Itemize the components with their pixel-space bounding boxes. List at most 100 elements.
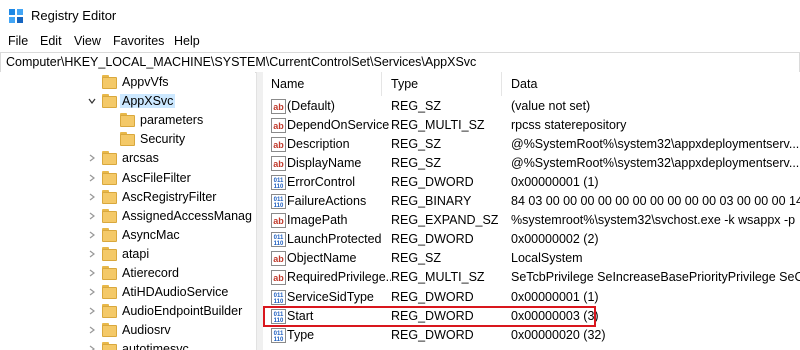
column-header-type[interactable]: Type xyxy=(391,77,418,91)
chevron-right-icon[interactable] xyxy=(88,345,96,350)
tree-item[interactable]: AscFileFilter xyxy=(0,170,255,189)
address-path: Computer\HKEY_LOCAL_MACHINE\SYSTEM\Curre… xyxy=(6,55,477,69)
tree-item[interactable]: atapi xyxy=(0,246,255,265)
tree-item[interactable]: AppXSvc xyxy=(0,93,255,112)
chevron-right-icon[interactable] xyxy=(88,269,96,277)
window-title: Registry Editor xyxy=(31,8,117,23)
value-name: DependOnService xyxy=(287,117,390,132)
svg-text:110: 110 xyxy=(274,337,284,343)
value-row[interactable]: 011 110 ServiceSidType REG_DWORD 0x00000001 … xyxy=(263,288,800,307)
string-value-icon: ab xyxy=(271,136,286,152)
svg-text:110: 110 xyxy=(274,299,284,305)
svg-text:110: 110 xyxy=(274,318,284,324)
menu-edit[interactable]: Edit xyxy=(40,34,62,48)
value-row[interactable]: ab Description REG_SZ @%SystemRoot%\system3… xyxy=(263,135,800,154)
value-row[interactable]: ab DependOnService REG_MULTI_SZ rpcss state… xyxy=(263,116,800,135)
address-bar[interactable]: Computer\HKEY_LOCAL_MACHINE\SYSTEM\Curre… xyxy=(0,52,800,73)
tree-item[interactable]: arcsas xyxy=(0,150,255,169)
tree-item[interactable]: AudioEndpointBuilder xyxy=(0,303,255,322)
folder-icon xyxy=(102,189,117,205)
svg-text:ab: ab xyxy=(273,140,284,150)
value-row[interactable]: ab RequiredPrivilege... REG_MULTI_SZ SeTcbP… xyxy=(263,268,800,287)
menu-file[interactable]: File xyxy=(8,34,28,48)
value-name: (Default) xyxy=(287,98,335,113)
chevron-right-icon[interactable] xyxy=(88,231,96,239)
value-row[interactable]: 011 110 Type REG_DWORD 0x00000020 (32) xyxy=(263,326,800,345)
folder-icon xyxy=(102,94,117,109)
value-name: FailureActions xyxy=(287,194,367,208)
tree-item-label: AssignedAccessManag xyxy=(122,208,252,223)
value-type: REG_SZ xyxy=(391,136,442,151)
tree-item[interactable]: autotimesvc xyxy=(0,341,255,350)
svg-text:110: 110 xyxy=(274,241,284,247)
key-tree-pane[interactable]: AppvVfs AppXSvc parameters Security arcsas As… xyxy=(0,72,255,350)
svg-text:ab: ab xyxy=(273,216,284,226)
svg-text:ab: ab xyxy=(273,121,284,131)
folder-icon xyxy=(102,323,117,338)
tree-item[interactable]: Atierecord xyxy=(0,265,255,284)
chevron-right-icon[interactable] xyxy=(88,307,96,315)
value-row[interactable]: 011 110 Start REG_DWORD 0x00000003 (3) xyxy=(263,307,800,326)
value-data: 0x00000003 (3) xyxy=(511,308,599,323)
value-type: REG_BINARY xyxy=(391,194,472,208)
title-bar: Registry Editor xyxy=(0,0,800,32)
tree-item[interactable]: AtiHDAudioService xyxy=(0,284,255,303)
value-data: %systemroot%\system32\svchost.exe -k wsa… xyxy=(511,213,796,228)
menu-help[interactable]: Help xyxy=(174,34,200,48)
value-type: REG_SZ xyxy=(391,251,442,266)
value-row[interactable]: 011 110 FailureActions REG_BINARY 84 03 00 0… xyxy=(263,192,800,211)
chevron-right-icon[interactable] xyxy=(88,154,96,162)
chevron-down-icon[interactable] xyxy=(88,97,96,105)
folder-icon xyxy=(102,170,117,186)
value-row[interactable]: ab ObjectName REG_SZ LocalSystem xyxy=(263,249,800,268)
tree-item[interactable]: AsyncMac xyxy=(0,227,255,246)
binary-value-icon: 011110 xyxy=(271,174,286,190)
tree-item[interactable]: AscRegistryFilter xyxy=(0,189,255,208)
chevron-right-icon[interactable] xyxy=(88,212,96,220)
string-value-icon: ab xyxy=(271,98,286,114)
string-value-icon: ab xyxy=(271,270,286,286)
tree-item-label: arcsas xyxy=(122,151,159,166)
value-data: 0x00000001 (1) xyxy=(511,289,599,304)
value-type: REG_DWORD xyxy=(391,289,474,304)
chevron-right-icon[interactable] xyxy=(88,174,96,182)
tree-item-label: AudioEndpointBuilder xyxy=(122,304,243,319)
chevron-right-icon[interactable] xyxy=(88,250,96,258)
menu-view[interactable]: View xyxy=(74,34,101,48)
value-type: REG_DWORD xyxy=(391,232,474,247)
tree-item-label: parameters xyxy=(140,113,204,128)
chevron-right-icon[interactable] xyxy=(88,288,96,296)
folder-icon xyxy=(102,151,117,166)
value-row[interactable]: 011 110 LaunchProtected REG_DWORD 0x00000002… xyxy=(263,230,800,249)
column-divider[interactable] xyxy=(501,72,502,96)
chevron-right-icon[interactable] xyxy=(88,193,96,201)
tree-item[interactable]: Security xyxy=(0,131,255,150)
folder-icon xyxy=(102,285,117,300)
folder-icon xyxy=(102,342,117,350)
values-list-pane[interactable]: Name Type Data ab (Default) REG_SZ (value n… xyxy=(263,72,800,350)
column-divider[interactable] xyxy=(381,72,382,96)
chevron-right-icon[interactable] xyxy=(88,326,96,334)
value-row[interactable]: 011 110 ErrorControl REG_DWORD 0x00000001 (1… xyxy=(263,173,800,192)
value-name: ObjectName xyxy=(287,251,357,266)
tree-item[interactable]: AssignedAccessManag xyxy=(0,208,255,227)
svg-text:ab: ab xyxy=(273,102,284,112)
binary-value-icon: 011110 xyxy=(271,289,286,305)
value-name: DisplayName xyxy=(287,155,362,170)
menu-favorites[interactable]: Favorites xyxy=(113,34,164,48)
value-row[interactable]: ab ImagePath REG_EXPAND_SZ %systemroot%\sys… xyxy=(263,211,800,230)
tree-item[interactable]: Audiosrv xyxy=(0,322,255,341)
tree-item-label: Security xyxy=(140,132,186,147)
value-name: ErrorControl xyxy=(287,174,356,189)
folder-icon xyxy=(102,246,117,262)
value-row[interactable]: ab DisplayName REG_SZ @%SystemRoot%\system3… xyxy=(263,154,800,173)
tree-item[interactable]: parameters xyxy=(0,112,255,131)
column-header-name[interactable]: Name xyxy=(271,77,304,91)
value-type: REG_SZ xyxy=(391,155,442,170)
tree-item-label: AtiHDAudioService xyxy=(122,285,229,300)
tree-item[interactable]: AppvVfs xyxy=(0,74,255,93)
tree-item-label: autotimesvc xyxy=(122,342,189,350)
value-row[interactable]: ab (Default) REG_SZ (value not set) xyxy=(263,97,800,116)
column-header-data[interactable]: Data xyxy=(511,77,537,91)
value-name: RequiredPrivilege... xyxy=(287,270,391,285)
